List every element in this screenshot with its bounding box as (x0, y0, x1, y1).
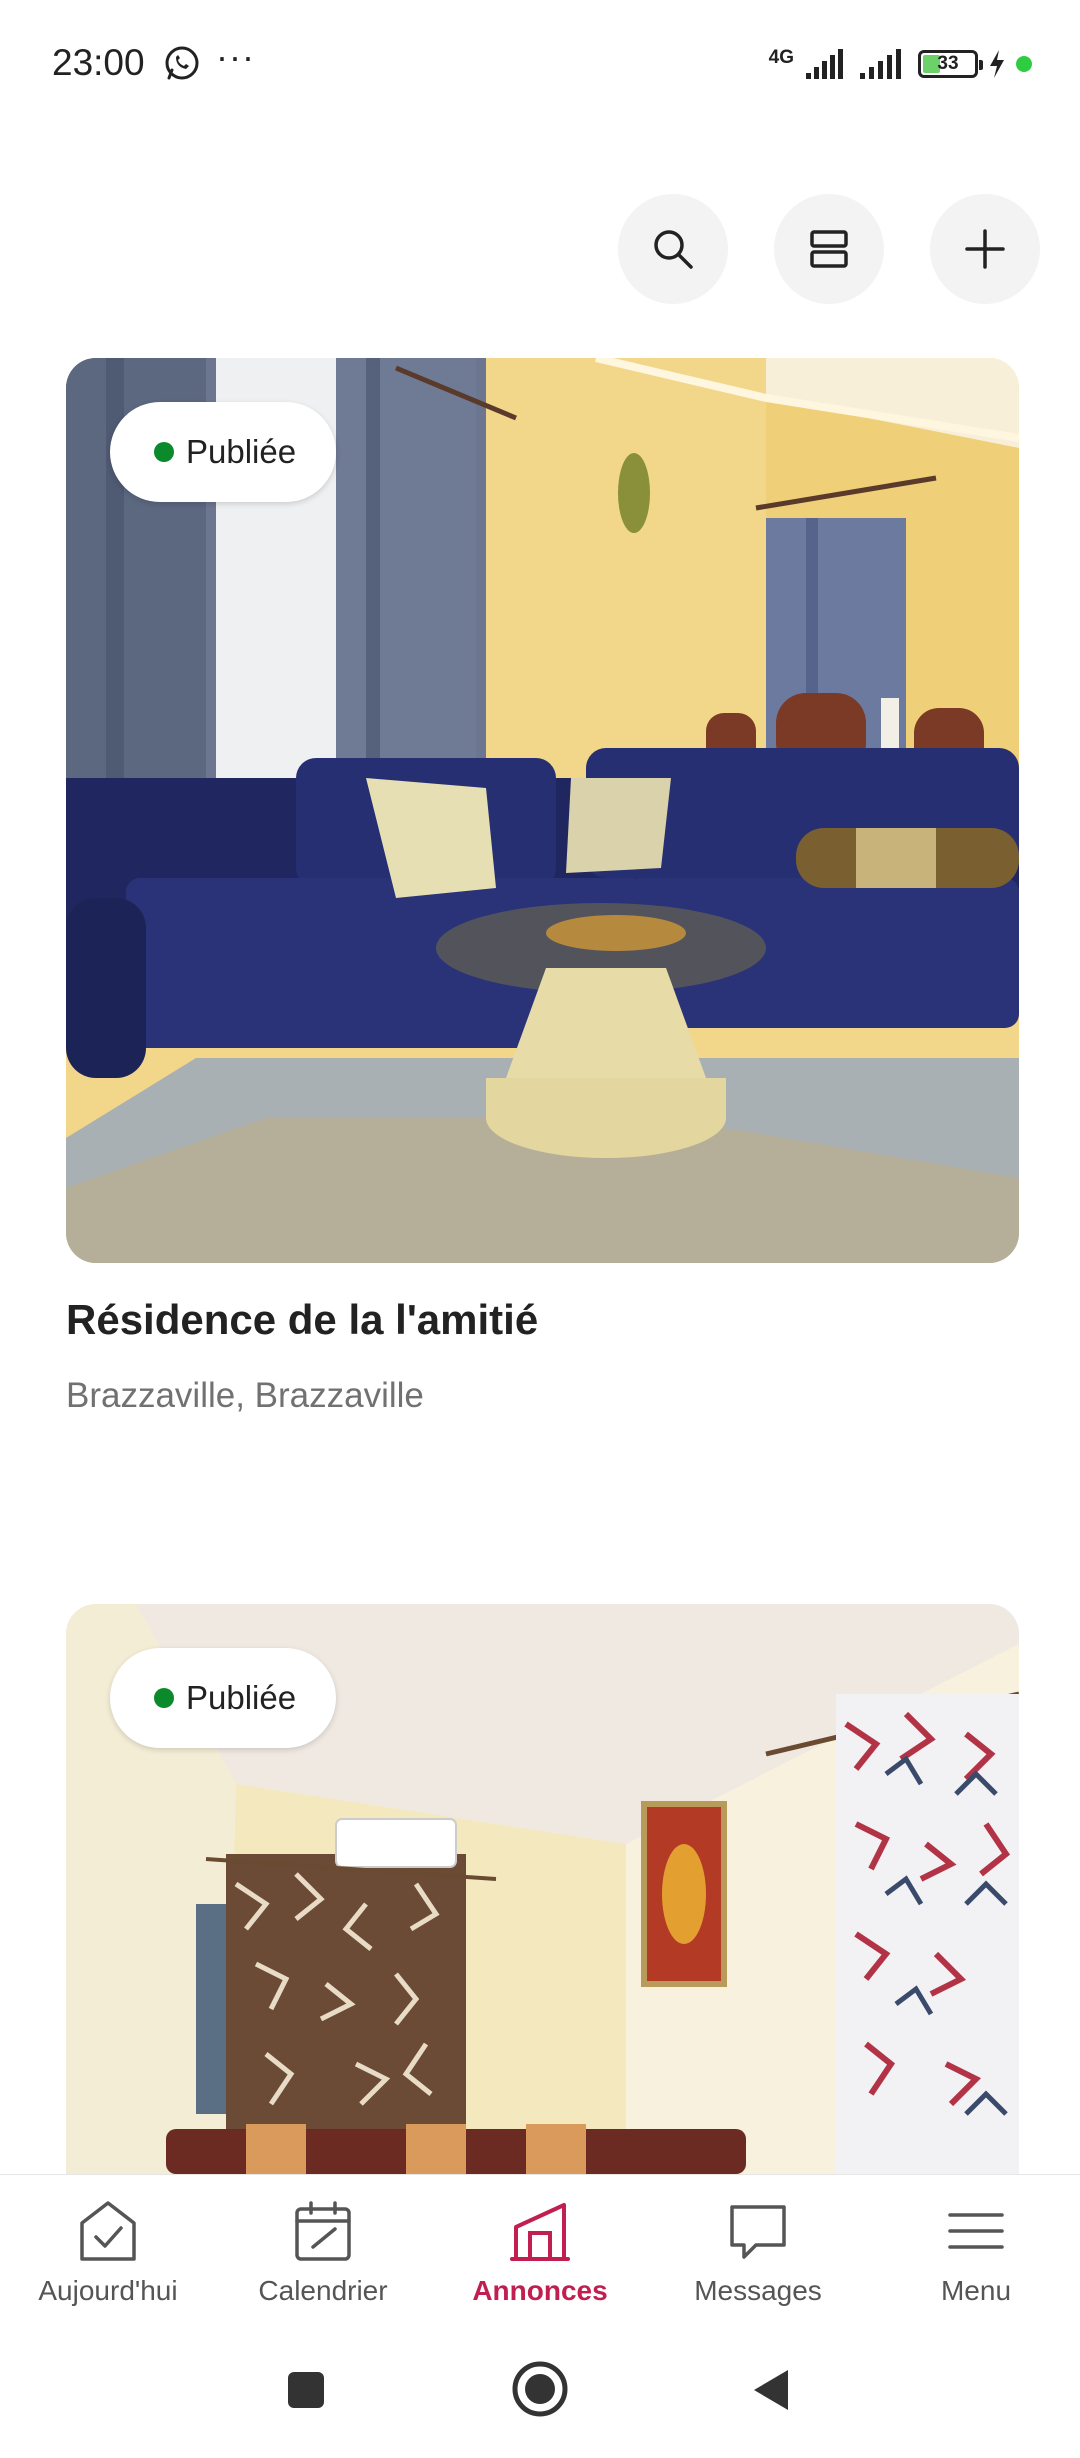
nav-listings[interactable]: Annonces (440, 2199, 640, 2307)
listing-title[interactable]: Résidence de la l'amitié (66, 1296, 538, 1344)
nav-messages[interactable]: Messages (658, 2199, 858, 2307)
whatsapp-icon (165, 46, 199, 80)
nav-label: Annonces (472, 2275, 608, 2306)
nav-today[interactable]: Aujourd'hui (8, 2199, 208, 2307)
status-bar: 23:00 ··· 4G 33 (0, 0, 1080, 130)
circle-home-icon[interactable] (511, 2360, 569, 2418)
network-type: 4G (768, 47, 794, 68)
nav-calendar[interactable]: Calendrier (223, 2199, 423, 2307)
message-bubble-icon (730, 2205, 786, 2259)
status-dot-icon (154, 442, 174, 462)
status-label: Publiée (186, 433, 297, 470)
calendar-icon (295, 2201, 351, 2261)
plus-icon (965, 229, 1005, 269)
search-icon (654, 230, 693, 269)
more-dots-icon: ··· (216, 36, 255, 77)
listing-location: Brazzaville, Brazzaville (66, 1376, 424, 1415)
nav-label: Calendrier (258, 2275, 388, 2306)
listing-card[interactable]: Publiée (66, 1604, 1019, 2174)
view-toggle-icon (810, 230, 848, 268)
view-toggle-button[interactable] (774, 194, 884, 304)
battery-level: 33 (937, 53, 959, 74)
top-actions (618, 194, 1040, 304)
signal-icon (806, 49, 843, 79)
battery-icon: 33 (918, 50, 983, 78)
charging-icon (990, 50, 1004, 78)
search-button[interactable] (618, 194, 728, 304)
status-badge: Publiée (110, 1648, 337, 1748)
status-dot-icon (154, 1688, 174, 1708)
status-badge: Publiée (110, 402, 337, 502)
status-dot (1016, 56, 1032, 72)
nav-menu[interactable]: Menu (876, 2199, 1076, 2307)
listing-card[interactable]: Publiée Résidence de la l'amitié Brazzav… (66, 358, 1019, 1415)
square-icon[interactable] (282, 2366, 330, 2414)
nav-label: Aujourd'hui (38, 2275, 178, 2306)
back-triangle-icon[interactable] (748, 2366, 796, 2414)
menu-hamburger-icon (948, 2213, 1004, 2249)
signal-icon-2 (860, 49, 901, 79)
status-time: 23:00 (52, 42, 145, 83)
today-check-icon (80, 2201, 136, 2261)
listing-photo[interactable]: Publiée (66, 358, 1019, 1263)
listing-photo[interactable]: Publiée (66, 1604, 1019, 2174)
status-label: Publiée (186, 1679, 297, 1716)
listings-house-icon (510, 2203, 570, 2261)
bottom-nav: Aujourd'hui Calendrier Annonces Messages… (0, 2174, 1080, 2331)
nav-label: Menu (940, 2275, 1012, 2306)
system-nav-bar (0, 2330, 1080, 2458)
add-listing-button[interactable] (930, 194, 1040, 304)
nav-label: Messages (694, 2275, 822, 2306)
